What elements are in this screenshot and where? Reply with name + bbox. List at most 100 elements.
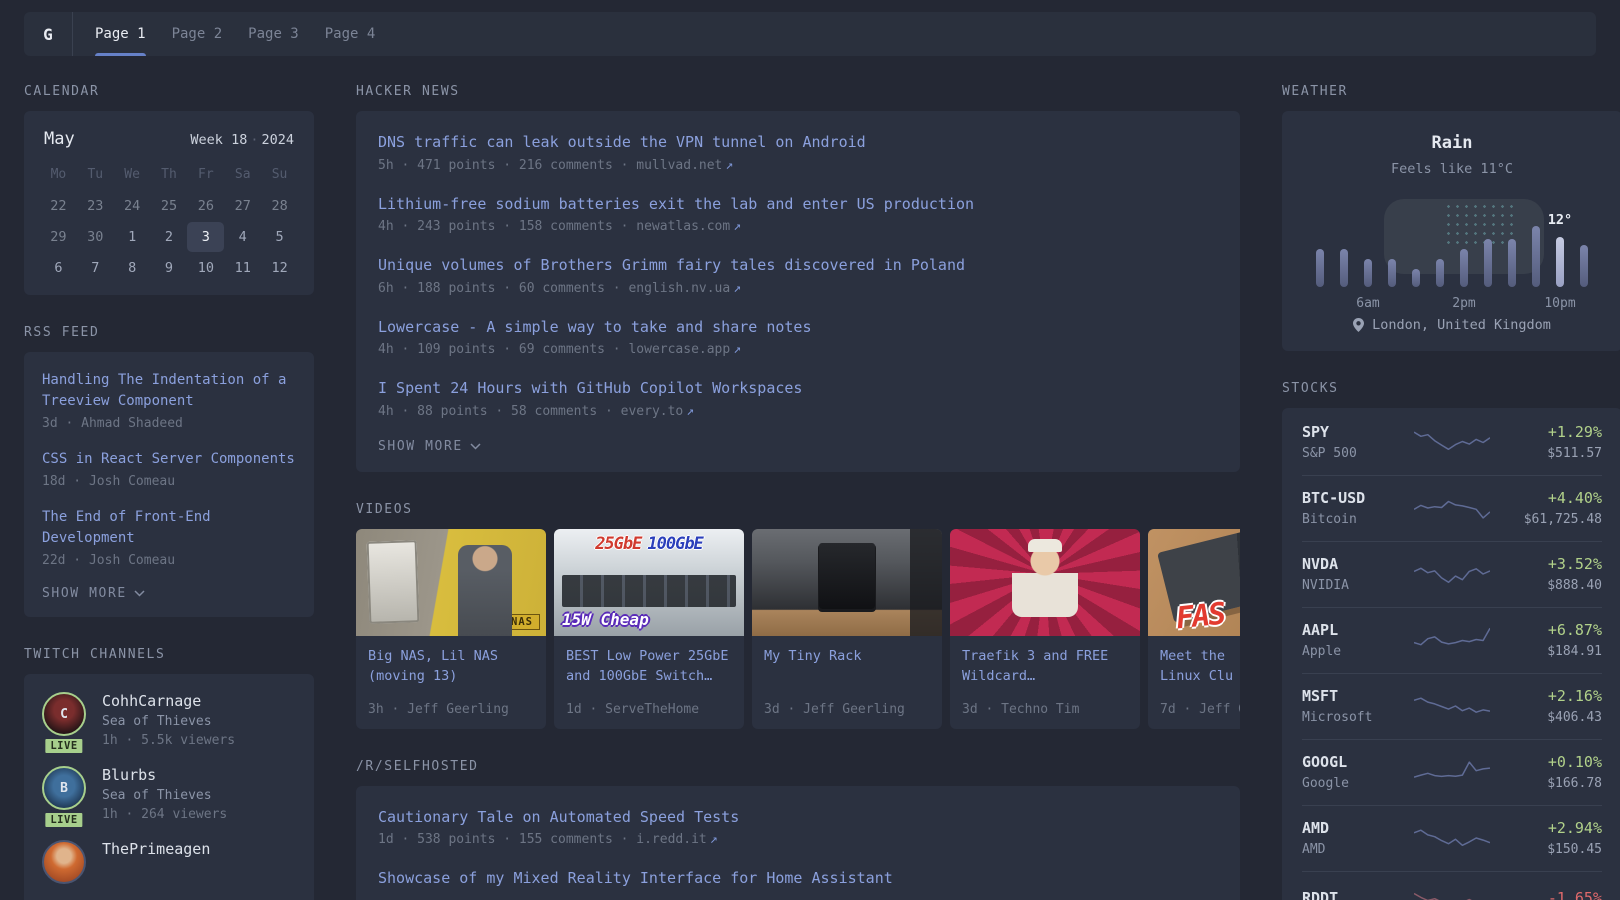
reddit-item-title[interactable]: Cautionary Tale on Automated Speed Tests [378,806,739,829]
stock-name: Apple [1302,644,1342,659]
video-card[interactable]: LIL NAS Big NAS, Lil NAS (moving 13) 3h … [356,528,546,729]
dashboard-grid: CALENDAR May Week 18 · 2024 Mo Tu We Th Fr Sa Su… [0,56,1620,900]
weather-condition: Rain [1431,133,1473,153]
stock-name: Bitcoin [1302,512,1357,527]
hn-item-domain[interactable]: every.to ↗ [621,404,694,419]
stock-sparkline [1414,500,1490,519]
tab-page-3[interactable]: Page 3 [248,12,299,56]
hacker-news-widget: HACKER NEWS DNS traffic can leak outside… [356,84,1240,472]
calendar-weekday: Tu [87,167,104,182]
hn-item-domain[interactable]: mullvad.net ↗ [636,158,733,173]
hacker-news-widget-label: HACKER NEWS [356,84,460,99]
rss-show-more-button[interactable]: SHOW MORE [42,586,145,601]
stock-row[interactable]: NVDA NVIDIA +3.52% $888.40 [1302,541,1602,607]
channel-name[interactable]: CohhCarnage [102,692,235,710]
calendar-day: 10 [197,260,214,276]
app-logo[interactable]: G [24,12,72,56]
hn-item-domain[interactable]: lowercase.app ↗ [628,342,741,357]
twitch-channel-row[interactable]: ThePrimeagen [42,840,296,884]
calendar-day: 12 [271,260,288,276]
stock-price: $888.40 [1547,578,1602,593]
calendar-widget: CALENDAR May Week 18 · 2024 Mo Tu We Th Fr Sa Su… [24,84,314,295]
calendar-day: 5 [275,229,284,245]
hn-item-title[interactable]: DNS traffic can leak outside the VPN tun… [378,131,866,154]
stock-row[interactable]: GOOGL Google +0.10% $166.78 [1302,739,1602,805]
calendar-day: 29 [50,229,67,245]
stock-sparkline [1414,431,1490,451]
stock-row[interactable]: SPY S&P 500 +1.29% $511.57 [1302,410,1602,475]
hn-item-domain[interactable]: newatlas.com ↗ [636,219,741,234]
weather-card: Rain Feels like 11°C 12° 6am 2pm 10pm Londo… [1282,111,1620,351]
video-title[interactable]: Meet the Linux Clu [1160,646,1240,688]
video-title[interactable]: My Tiny Rack [764,646,930,667]
tab-page-4[interactable]: Page 4 [325,12,376,56]
tab-page-2[interactable]: Page 2 [172,12,223,56]
thumbnail-text: 100GbE [647,533,703,554]
video-title[interactable]: BEST Low Power 25GbE and 100GbE Switch… [566,646,732,688]
rss-item: Handling The Indentation of a Treeview C… [42,370,296,431]
stock-row[interactable]: AAPL Apple +6.87% $184.91 [1302,607,1602,673]
stock-row[interactable]: AMD AMD +2.94% $150.45 [1302,805,1602,871]
weather-rain-dots [1444,202,1518,248]
calendar-day: 2 [164,229,174,245]
stock-change: +3.52% [1547,555,1602,573]
weather-temp-label: 12° [1547,212,1573,228]
avatar: C [42,692,86,736]
calendar-weekday: Mo [50,167,67,182]
weather-feels-like: Feels like 11°C [1391,161,1513,177]
hn-item-title[interactable]: Lithium-free sodium batteries exit the l… [378,193,974,216]
videos-row: LIL NAS Big NAS, Lil NAS (moving 13) 3h … [356,528,1240,729]
rss-card: Handling The Indentation of a Treeview C… [24,352,314,617]
hn-item: Unique volumes of Brothers Grimm fairy t… [378,254,1218,296]
hn-item-title[interactable]: Unique volumes of Brothers Grimm fairy t… [378,254,965,277]
video-title[interactable]: Traefik 3 and FREE Wildcard… [962,646,1128,688]
video-title[interactable]: Big NAS, Lil NAS (moving 13) [368,646,534,688]
stock-name: Google [1302,776,1349,791]
weather-bar [1364,259,1372,287]
hn-item-domain[interactable]: english.nv.ua ↗ [628,281,741,296]
twitch-channel-row[interactable]: C LIVE CohhCarnage Sea of Thieves 1h · 5… [42,692,296,756]
hn-item-title[interactable]: Lowercase - A simple way to take and sha… [378,316,811,339]
channel-name[interactable]: ThePrimeagen [102,840,210,858]
calendar-day: 30 [87,229,104,245]
rss-item-title[interactable]: CSS in React Server Components [42,449,295,470]
stock-ticker: AAPL [1302,621,1339,639]
rss-widget: RSS FEED Handling The Indentation of a T… [24,325,314,617]
hn-item-title[interactable]: I Spent 24 Hours with GitHub Copilot Wor… [378,377,802,400]
reddit-widget: /R/SELFHOSTED Cautionary Tale on Automat… [356,759,1240,900]
reddit-item-domain[interactable]: i.redd.it ↗ [636,832,717,847]
rss-item-title[interactable]: Handling The Indentation of a Treeview C… [42,370,296,412]
stock-change: +6.87% [1547,621,1602,639]
reddit-item-title[interactable]: Showcase of my Mixed Reality Interface f… [378,867,893,890]
weather-time-label: 2pm [1452,296,1476,311]
stock-row[interactable]: BTC-USD Bitcoin +4.40% $61,725.48 [1302,475,1602,541]
calendar-day: 28 [271,198,288,214]
calendar-weekday: We [124,167,140,182]
avatar-wrap: B LIVE [42,766,86,830]
tab-page-1[interactable]: Page 1 [95,12,146,56]
weather-bar-highlighted [1556,237,1564,287]
hn-show-more-button[interactable]: SHOW MORE [378,439,481,454]
calendar-day: 7 [91,260,100,276]
calendar-day: 4 [238,229,247,245]
location-pin-icon [1353,318,1365,332]
avatar [42,840,86,884]
channel-name[interactable]: Blurbs [102,766,227,784]
stock-row[interactable]: MSFT Microsoft +2.16% $406.43 [1302,673,1602,739]
video-card[interactable]: My Tiny Rack 3d · Jeff Geerling [752,528,942,729]
video-card[interactable]: Traefik 3 and FREE Wildcard… 3d · Techno… [950,528,1140,729]
stock-change: +1.29% [1547,423,1602,441]
calendar-header: May Week 18 · 2024 [40,127,298,159]
video-card[interactable]: FAS Meet the Linux Clu 7d · Jeff Geerlin… [1148,528,1240,729]
stock-price: $511.57 [1547,446,1602,461]
live-badge: LIVE [42,810,86,830]
weather-bar [1580,245,1588,287]
weather-bar [1484,239,1492,287]
stock-row[interactable]: RDDT -1.65% [1302,871,1602,900]
rss-item: CSS in React Server Components 18d · Jos… [42,449,296,489]
rss-item-title[interactable]: The End of Front-End Development [42,507,296,549]
video-card[interactable]: 25GbE 100GbE 15W Cheap BEST Low Power 25G… [554,528,744,729]
channel-game: Sea of Thieves [102,714,212,729]
twitch-channel-row[interactable]: B LIVE Blurbs Sea of Thieves 1h · 264 vi… [42,766,296,830]
calendar-card: May Week 18 · 2024 Mo Tu We Th Fr Sa Su 22 23 24 25 2… [24,111,314,295]
